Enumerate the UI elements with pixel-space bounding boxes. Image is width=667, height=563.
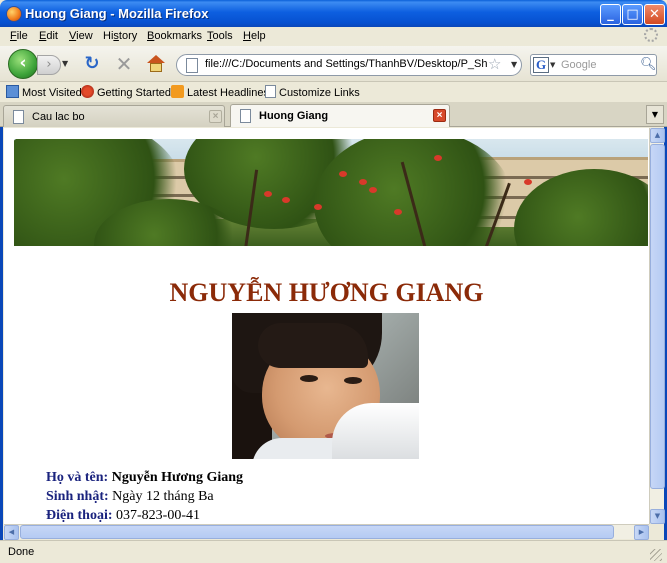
- close-window-button[interactable]: ✕: [644, 4, 665, 25]
- stop-button[interactable]: ✕: [114, 54, 134, 74]
- firefox-icon: [6, 6, 22, 22]
- history-dropdown-icon[interactable]: ▼: [62, 59, 71, 69]
- menu-file-rest: ile: [16, 30, 28, 42]
- list-all-tabs-button[interactable]: ▼: [646, 105, 664, 124]
- search-magnifier-icon[interactable]: 🔍︎: [640, 57, 657, 72]
- scroll-down-arrow-icon[interactable]: ▼: [650, 509, 665, 524]
- minimize-button[interactable]: _: [600, 4, 621, 25]
- menu-help[interactable]: Help: [243, 30, 266, 42]
- engine-dropdown-icon[interactable]: ▼: [550, 61, 555, 69]
- window-title-bar[interactable]: Huong Giang - Mozilla Firefox _ □ ✕: [0, 0, 667, 27]
- forward-button[interactable]: ›: [37, 55, 61, 75]
- page-icon: [186, 58, 198, 73]
- scroll-left-arrow-icon[interactable]: ◀: [4, 525, 19, 540]
- url-text[interactable]: file:///C:/Documents and Settings/ThanhB…: [205, 58, 487, 70]
- url-bar[interactable]: file:///C:/Documents and Settings/ThanhB…: [176, 54, 522, 76]
- menu-bar: File Edit View History Bookmarks Tools H…: [0, 27, 667, 46]
- bookmark-customize-links[interactable]: Customize Links: [265, 85, 360, 99]
- menu-history[interactable]: History: [103, 30, 137, 42]
- info-full-name: Họ và tên: Nguyễn Hương Giang: [46, 470, 244, 485]
- maximize-button[interactable]: □: [622, 4, 643, 25]
- home-button[interactable]: [146, 54, 166, 74]
- most-visited-icon: [6, 85, 19, 98]
- menu-file[interactable]: File: [10, 30, 28, 42]
- close-tab-icon[interactable]: ×: [433, 109, 446, 122]
- bookmark-most-visited[interactable]: Most Visited: [6, 85, 82, 99]
- tab-strip: Cau lac bo × Huong Giang ×: [0, 102, 667, 127]
- info-birthday: Sinh nhật: Ngày 12 tháng Ba: [46, 489, 214, 504]
- tab-cau-lac-bo[interactable]: Cau lac bo ×: [3, 105, 225, 127]
- home-wall-icon: [150, 63, 162, 72]
- resize-grip-icon[interactable]: [650, 549, 662, 561]
- school-banner-image: [14, 139, 648, 246]
- page-icon: [265, 85, 276, 98]
- page-icon: [13, 110, 24, 124]
- navigation-toolbar: ‹ › ▼ ↻ ✕ file:///C:/Documents and Setti…: [0, 46, 667, 82]
- horizontal-scrollbar[interactable]: ◀ ▶: [4, 524, 649, 540]
- info-phone: Điện thoại: 037-823-00-41: [46, 508, 200, 523]
- google-engine-icon[interactable]: G: [533, 57, 549, 73]
- horizontal-scroll-thumb[interactable]: [20, 525, 614, 539]
- bookmark-getting-started[interactable]: Getting Started: [81, 85, 171, 99]
- scrollbar-corner: [649, 524, 664, 539]
- bookmark-star-icon[interactable]: ☆: [488, 55, 501, 73]
- home-roof-icon: [147, 55, 165, 63]
- profile-photo: [232, 313, 419, 459]
- person-name-heading: NGUYỄN HƯƠNG GIANG: [169, 278, 484, 307]
- page-icon: [240, 109, 251, 123]
- window-title: Huong Giang - Mozilla Firefox: [25, 6, 209, 21]
- vertical-scrollbar[interactable]: ▲ ▼: [649, 128, 665, 524]
- bookmarks-toolbar: Most Visited Getting Started Latest Head…: [0, 82, 667, 102]
- reload-button[interactable]: ↻: [82, 54, 102, 74]
- page-viewport: NGUYỄN HƯƠNG GIANG Họ và tên: Nguyễn Hươ…: [4, 128, 649, 524]
- status-text: Done: [8, 546, 35, 558]
- menu-edit[interactable]: Edit: [39, 30, 58, 42]
- menu-bookmarks[interactable]: Bookmarks: [147, 30, 202, 42]
- bookmark-latest-headlines[interactable]: Latest Headlines: [171, 85, 269, 99]
- tab-label: Cau lac bo: [32, 111, 85, 123]
- activity-throbber-icon: [644, 28, 658, 42]
- tab-label: Huong Giang: [259, 110, 329, 122]
- scroll-right-arrow-icon[interactable]: ▶: [634, 525, 649, 540]
- back-button[interactable]: ‹: [8, 49, 38, 79]
- search-input[interactable]: [561, 57, 639, 73]
- close-tab-icon[interactable]: ×: [209, 110, 222, 123]
- scroll-up-arrow-icon[interactable]: ▲: [650, 128, 665, 143]
- url-dropdown-icon[interactable]: ▼: [511, 60, 517, 69]
- rss-feed-icon: [171, 85, 184, 98]
- tab-huong-giang[interactable]: Huong Giang ×: [230, 104, 450, 127]
- status-bar: Done: [0, 540, 667, 563]
- menu-tools[interactable]: Tools: [207, 30, 233, 42]
- search-bar: G ▼ 🔍︎: [530, 54, 657, 76]
- menu-view[interactable]: View: [69, 30, 93, 42]
- getting-started-icon: [81, 85, 94, 98]
- vertical-scroll-thumb[interactable]: [650, 144, 665, 489]
